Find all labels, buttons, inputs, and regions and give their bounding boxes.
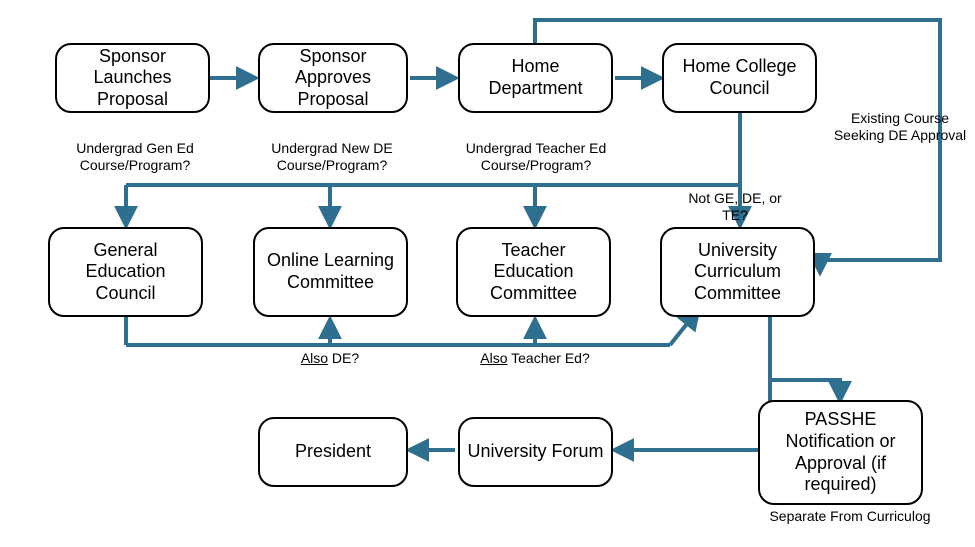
label-undergrad-teacher-ed: Undergrad Teacher Ed Course/Program? [456,140,616,174]
node-university-forum: University Forum [458,417,613,487]
node-label: Online Learning Committee [259,250,402,293]
label-also-de: Also DE? [280,350,380,367]
label-also-teacher-ed: Also Teacher Ed? [460,350,610,367]
label-undergrad-new-de: Undergrad New DE Course/Program? [252,140,412,174]
node-label: Home College Council [668,56,811,99]
node-label: Sponsor Approves Proposal [264,46,402,111]
node-university-curriculum-committee: University Curriculum Committee [660,227,815,317]
node-passhe-notification: PASSHE Notification or Approval (if requ… [758,400,923,505]
node-online-learning-committee: Online Learning Committee [253,227,408,317]
node-general-education-council: General Education Council [48,227,203,317]
label-not-ge-de-te: Not GE, DE, or TE? [680,190,790,224]
node-label: PASSHE Notification or Approval (if requ… [764,409,917,495]
node-home-college-council: Home College Council [662,43,817,113]
node-label: General Education Council [54,240,197,305]
node-label: University Forum [467,441,603,463]
node-sponsor-launches-proposal: Sponsor Launches Proposal [55,43,210,113]
label-undergrad-gened: Undergrad Gen Ed Course/Program? [55,140,215,174]
label-existing-de-approval: Existing Course Seeking DE Approval [825,110,975,144]
node-label: University Curriculum Committee [666,240,809,305]
node-label: Sponsor Launches Proposal [61,46,204,111]
node-label: Home Department [464,56,607,99]
node-sponsor-approves-proposal: Sponsor Approves Proposal [258,43,408,113]
node-label: Teacher Education Committee [462,240,605,305]
node-teacher-education-committee: Teacher Education Committee [456,227,611,317]
label-separate-from-curriculog: Separate From Curriculog [760,508,940,525]
node-home-department: Home Department [458,43,613,113]
node-label: President [295,441,371,463]
node-president: President [258,417,408,487]
